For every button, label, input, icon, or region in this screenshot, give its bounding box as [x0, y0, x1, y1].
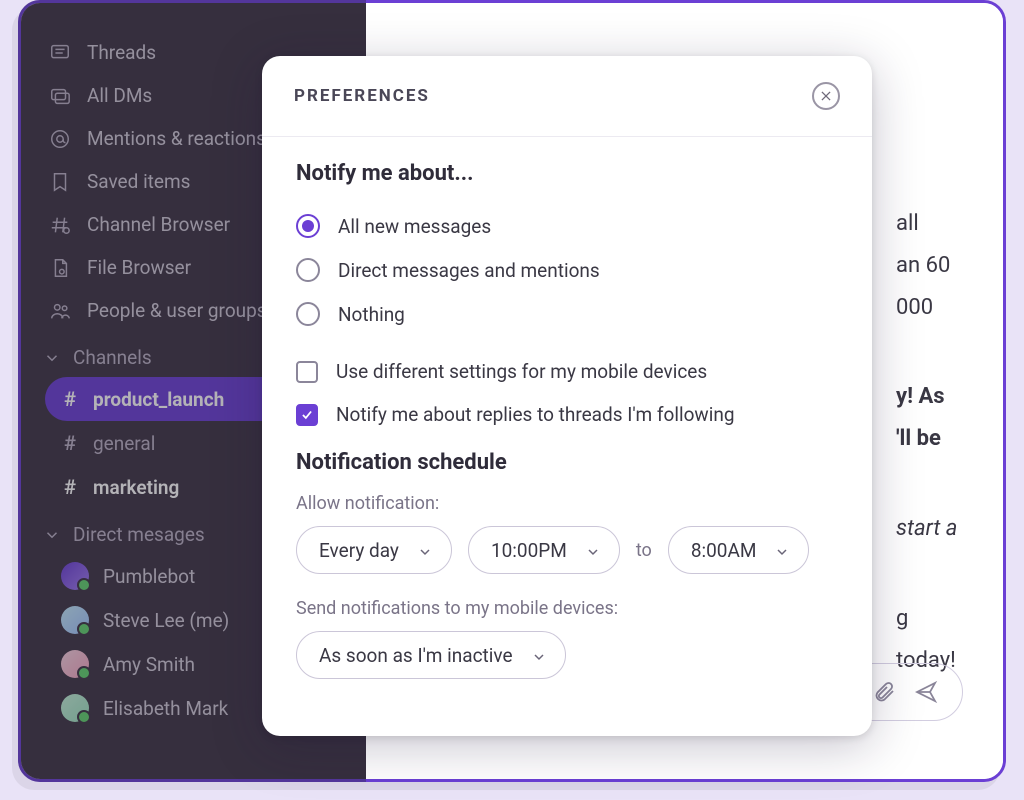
- bookmark-icon: [49, 171, 71, 193]
- at-icon: [49, 128, 71, 150]
- sidebar-item-label: Channel Browser: [87, 213, 230, 236]
- avatar: [61, 562, 89, 590]
- sidebar-item-label: File Browser: [87, 256, 191, 279]
- checkbox-label: Use different settings for my mobile dev…: [336, 360, 707, 383]
- preferences-modal: PREFERENCES Notify me about... All new m…: [262, 56, 872, 736]
- radio-all-messages[interactable]: All new messages: [296, 204, 838, 248]
- close-icon: [819, 89, 833, 103]
- chevron-down-icon: [774, 542, 790, 558]
- channel-label: general: [93, 432, 155, 455]
- channel-browser-icon: [49, 214, 71, 236]
- radio-label: Nothing: [338, 303, 405, 326]
- frequency-select[interactable]: Every day: [296, 526, 452, 574]
- radio-dm-mentions[interactable]: Direct messages and mentions: [296, 248, 838, 292]
- sidebar-group-label: Channels: [73, 346, 152, 369]
- threads-icon: [49, 42, 71, 64]
- sidebar-item-label: All DMs: [87, 84, 152, 107]
- chevron-down-icon: [417, 542, 433, 558]
- modal-body: Notify me about... All new messages Dire…: [262, 137, 872, 703]
- dm-label: Steve Lee (me): [103, 609, 229, 632]
- schedule-row: Every day 10:00PM to 8:00AM: [296, 526, 838, 574]
- avatar: [61, 606, 89, 634]
- radio-icon: [296, 258, 320, 282]
- radio-nothing[interactable]: Nothing: [296, 292, 838, 336]
- allow-notification-label: Allow notification:: [296, 493, 838, 514]
- select-value: As soon as I'm inactive: [319, 644, 513, 667]
- attachment-icon[interactable]: [872, 680, 896, 704]
- sidebar-item-label: People & user groups: [87, 299, 267, 322]
- chevron-down-icon: [531, 647, 547, 663]
- hash-icon: #: [61, 475, 79, 499]
- sidebar-item-label: Mentions & reactions: [87, 127, 266, 150]
- chevron-down-icon: [43, 349, 61, 367]
- dm-label: Pumblebot: [103, 565, 195, 588]
- checkbox-mobile-diff[interactable]: Use different settings for my mobile dev…: [296, 350, 838, 393]
- file-browser-icon: [49, 257, 71, 279]
- radio-label: Direct messages and mentions: [338, 259, 600, 282]
- dm-label: Amy Smith: [103, 653, 195, 676]
- close-button[interactable]: [812, 82, 840, 110]
- channel-label: product_launch: [93, 388, 224, 411]
- chevron-down-icon: [585, 542, 601, 558]
- mobile-send-label: Send notifications to my mobile devices:: [296, 598, 838, 619]
- hash-icon: #: [61, 431, 79, 455]
- channel-label: marketing: [93, 476, 179, 499]
- chevron-down-icon: [43, 526, 61, 544]
- hash-icon: #: [61, 387, 79, 411]
- radio-icon: [296, 214, 320, 238]
- end-time-select[interactable]: 8:00AM: [668, 526, 810, 574]
- people-icon: [49, 300, 71, 322]
- to-label: to: [636, 540, 652, 561]
- select-value: 10:00PM: [491, 539, 567, 562]
- checkbox-icon: [296, 361, 318, 383]
- sidebar-item-label: Saved items: [87, 170, 190, 193]
- checkbox-icon: [296, 404, 318, 426]
- mobile-inactive-select[interactable]: As soon as I'm inactive: [296, 631, 566, 679]
- checkbox-label: Notify me about replies to threads I'm f…: [336, 403, 735, 426]
- send-icon[interactable]: [914, 680, 938, 704]
- modal-header: PREFERENCES: [262, 56, 872, 137]
- schedule-section-title: Notification schedule: [296, 450, 838, 475]
- sidebar-group-label: Direct mesages: [73, 523, 205, 546]
- notify-section-title: Notify me about...: [296, 161, 838, 186]
- select-value: Every day: [319, 539, 399, 562]
- modal-title: PREFERENCES: [294, 86, 430, 106]
- checkbox-thread-replies[interactable]: Notify me about replies to threads I'm f…: [296, 393, 838, 436]
- select-value: 8:00AM: [691, 539, 757, 562]
- dms-icon: [49, 85, 71, 107]
- radio-label: All new messages: [338, 215, 491, 238]
- avatar: [61, 650, 89, 678]
- radio-icon: [296, 302, 320, 326]
- dm-label: Elisabeth Mark: [103, 697, 228, 720]
- sidebar-item-label: Threads: [87, 41, 156, 64]
- start-time-select[interactable]: 10:00PM: [468, 526, 620, 574]
- avatar: [61, 694, 89, 722]
